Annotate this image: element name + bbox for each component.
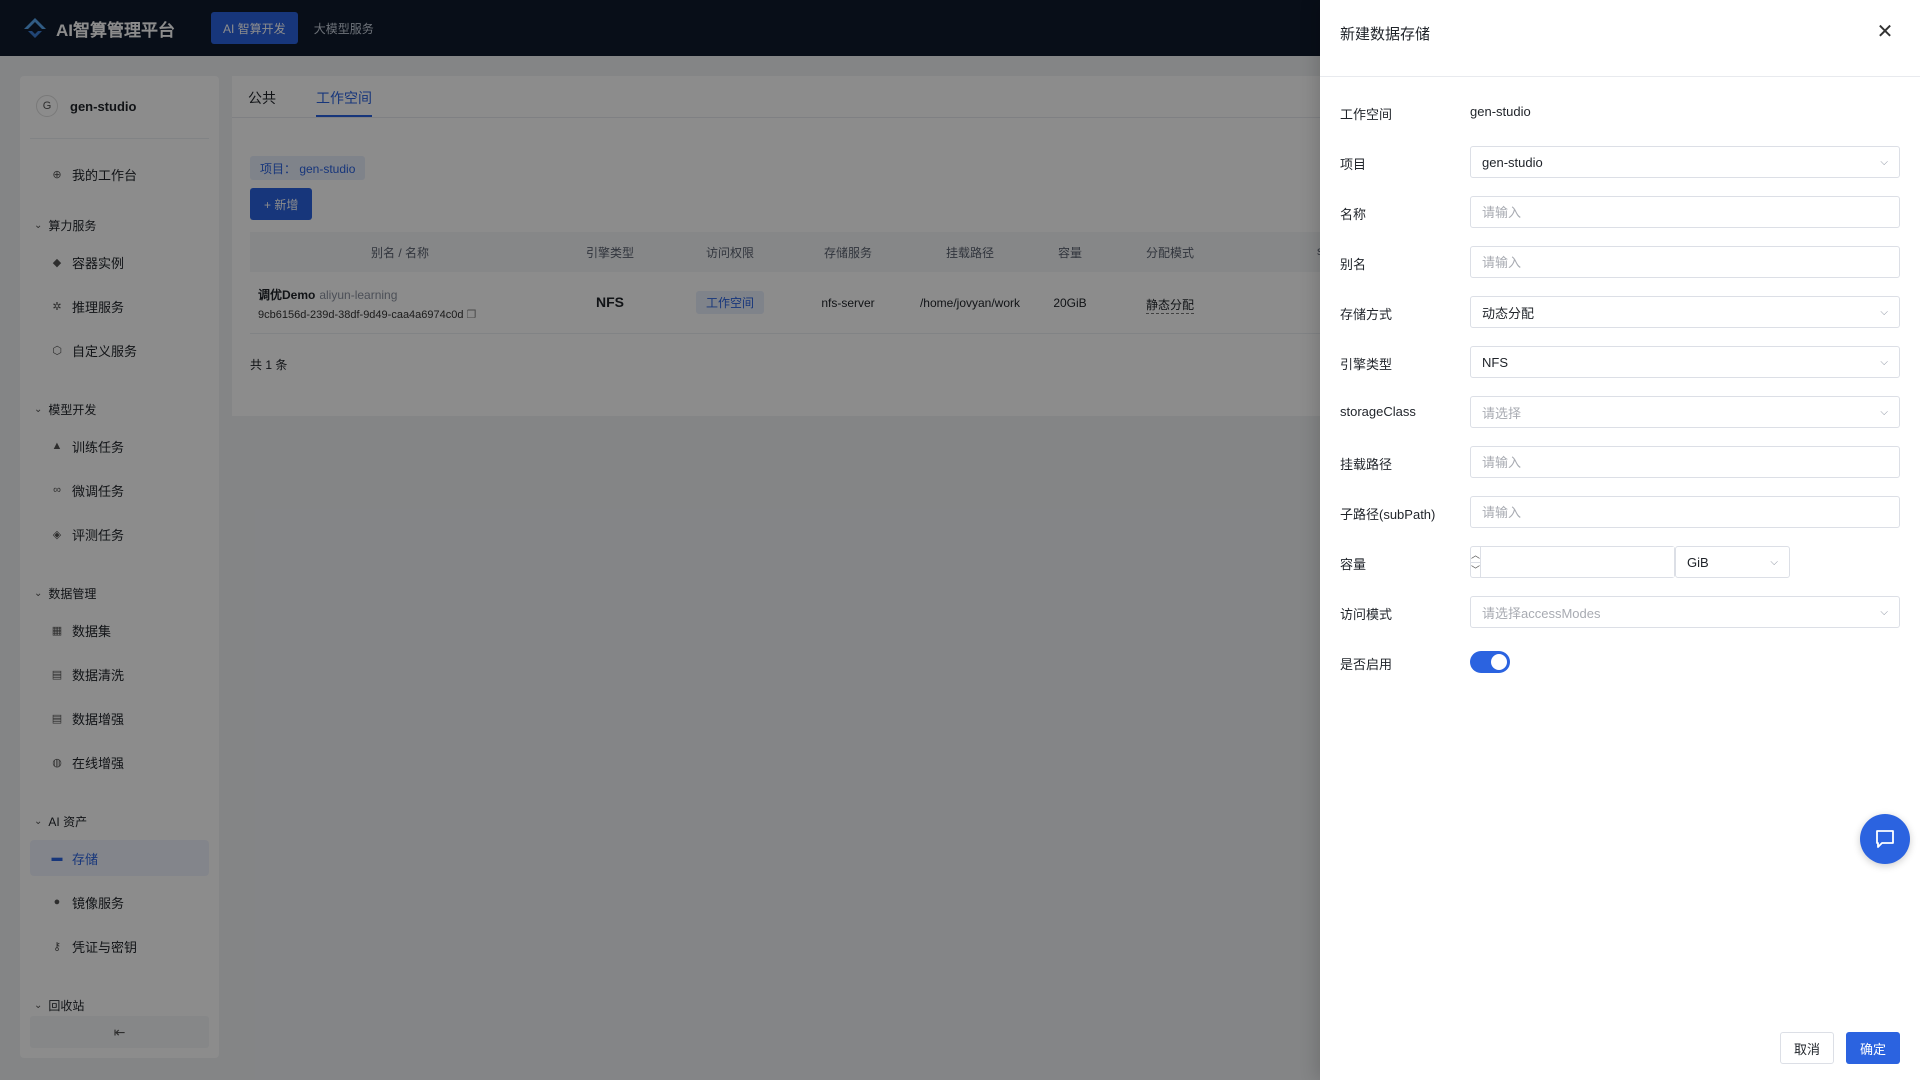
close-icon[interactable]: ✕ [1874,20,1896,43]
label-mount-path: 挂载路径 [1340,457,1393,472]
label-project: 项目 [1340,157,1367,172]
confirm-button[interactable]: 确定 [1846,1032,1900,1064]
name-input[interactable] [1470,196,1900,228]
increase-icon[interactable]: ︿ [1471,547,1480,562]
decrease-icon[interactable]: ﹀ [1471,561,1481,578]
label-workspace: 工作空间 [1340,107,1393,122]
drawer-header: 新建数据存储 ✕ [1320,0,1920,77]
label-name: 名称 [1340,207,1367,222]
capacity-stepper[interactable]: ︿ ﹀ [1470,546,1675,578]
label-engine: 引擎类型 [1340,357,1393,372]
project-select[interactable]: gen-studio ⌵ [1470,146,1900,178]
enabled-toggle[interactable] [1470,651,1510,673]
label-alias: 别名 [1340,257,1367,272]
chevron-down-icon: ⌵ [1880,306,1888,318]
alias-input[interactable] [1470,246,1900,278]
create-storage-drawer: 新建数据存储 ✕ 工作空间 gen-studio 项目 gen-studio ⌵… [1320,0,1920,1080]
access-mode-select[interactable]: 请选择accessModes ⌵ [1470,596,1900,628]
label-capacity: 容量 [1340,557,1367,572]
capacity-input[interactable] [1481,547,1675,577]
capacity-unit-select[interactable]: GiB ⌵ [1675,546,1790,578]
label-enabled: 是否启用 [1340,657,1393,672]
label-storage-class: storageClass [1340,404,1416,419]
label-storage-mode: 存储方式 [1340,307,1393,322]
chevron-down-icon: ⌵ [1770,556,1778,568]
storage-class-select[interactable]: 请选择 ⌵ [1470,396,1900,428]
stepper-controls: ︿ ﹀ [1471,547,1482,578]
drawer-title: 新建数据存储 [1340,26,1431,43]
chevron-down-icon: ⌵ [1880,156,1888,168]
chevron-down-icon: ⌵ [1880,406,1888,418]
chevron-down-icon: ⌵ [1880,606,1888,618]
label-access-mode: 访问模式 [1340,607,1393,622]
chat-icon [1876,830,1894,848]
mount-path-input[interactable] [1470,446,1900,478]
cancel-button[interactable]: 取消 [1780,1032,1834,1064]
value-workspace: gen-studio [1470,104,1531,119]
storage-mode-select[interactable]: 动态分配 ⌵ [1470,296,1900,328]
engine-select[interactable]: NFS ⌵ [1470,346,1900,378]
chevron-down-icon: ⌵ [1880,356,1888,368]
label-sub-path: 子路径(subPath) [1340,507,1436,522]
sub-path-input[interactable] [1470,496,1900,528]
chat-button[interactable] [1860,814,1910,864]
